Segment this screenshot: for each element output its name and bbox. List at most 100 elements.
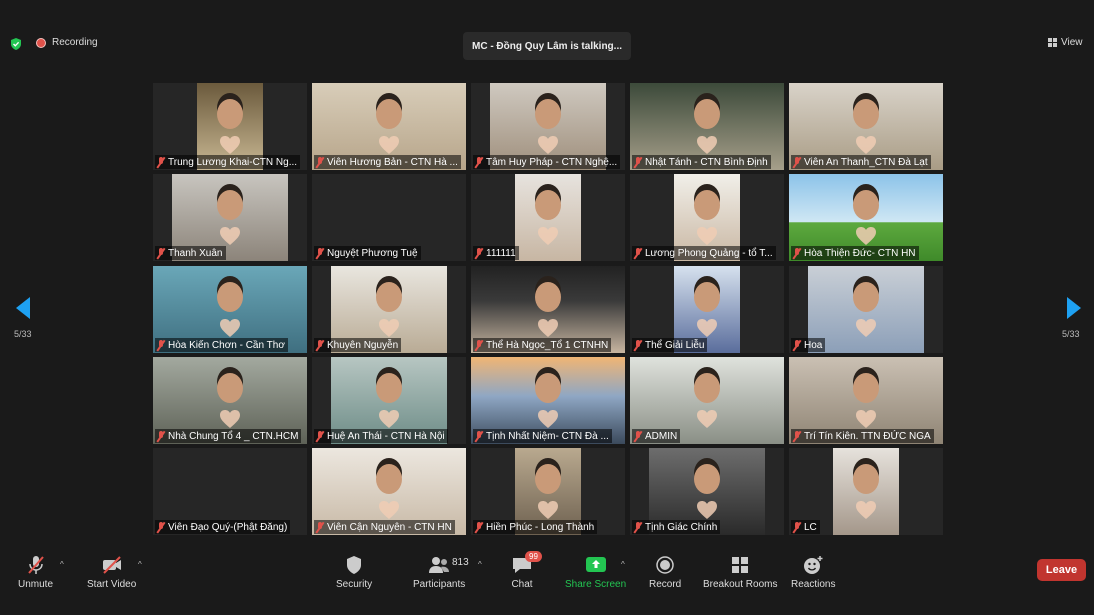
participants-options-chevron-icon[interactable]: ^ [478,560,482,569]
participant-tile[interactable]: Tâm Huy Pháp - CTN Nghệ... [471,83,625,170]
security-button[interactable]: Security [336,555,372,590]
microphone-muted-icon [793,521,801,533]
participant-tile[interactable]: Nhà Chung Tổ 4 _ CTN.HCM [153,357,307,444]
meeting-toolbar: Unmute ^ Start Video ^ Security Particip… [0,543,1094,615]
participant-tile[interactable]: Khuyên Nguyễn [312,266,466,353]
participant-name-label: Viên Hương Bản - CTN Hà ... [314,155,461,169]
participant-silhouette [535,373,561,403]
participant-silhouette [694,464,720,494]
participant-name-label: Viên Đạo Quý-(Phật Đăng) [155,520,291,534]
participant-silhouette [853,464,879,494]
microphone-muted-icon [793,156,801,168]
next-page-arrow-icon[interactable] [1067,297,1081,319]
participant-tile[interactable]: Trung Lương Khai-CTN Ng... [153,83,307,170]
participant-tile[interactable]: Tịnh Giác Chính [630,448,784,535]
share-screen-button[interactable]: Share Screen [565,555,626,590]
participant-tile[interactable]: Trí Tín Kiên. TTN ĐỨC NGA [789,357,943,444]
participant-name-label: Viên An Thanh_CTN Đà Lạt [791,155,931,169]
heart-hands-icon [696,135,718,155]
reactions-label: Reactions [791,579,836,590]
participant-tile[interactable]: ADMIN [630,357,784,444]
participant-tile[interactable]: Hòa Kiến Chơn - Cần Thơ [153,266,307,353]
grid-view-icon [1048,38,1057,47]
reactions-button[interactable]: Reactions [791,555,835,590]
participant-silhouette [853,190,879,220]
participant-tile[interactable]: Tịnh Nhất Niệm- CTN Đà ... [471,357,625,444]
participant-name: Nhà Chung Tổ 4 _ CTN.HCM [168,430,299,442]
participant-tile[interactable]: Viên Đạo Quý-(Phật Đăng) [153,448,307,535]
participant-silhouette [694,373,720,403]
microphone-muted-icon [475,339,483,351]
microphone-muted-icon [316,521,324,533]
heart-hands-icon [855,226,877,246]
recording-indicator[interactable]: Recording [36,37,98,48]
heart-hands-icon [219,318,241,338]
microphone-muted-icon [634,247,642,259]
participant-tile[interactable]: Nguyệt Phương Tuệ [312,174,466,261]
video-options-chevron-icon[interactable]: ^ [138,560,142,569]
microphone-muted-icon [634,339,642,351]
participants-label: Participants [413,579,466,590]
participant-tile[interactable]: Huệ An Thái - CTN Hà Nội [312,357,466,444]
microphone-muted-icon [475,247,483,259]
share-options-chevron-icon[interactable]: ^ [621,560,625,569]
microphone-muted-icon [634,521,642,533]
participant-name-label: Hòa Thiện Đức- CTN HN [791,246,919,260]
heart-hands-icon [855,318,877,338]
participant-video [833,448,899,535]
start-video-button[interactable]: Start Video [87,555,136,590]
participant-name-label: Trí Tín Kiên. TTN ĐỨC NGA [791,429,934,443]
participant-name-label: Khuyên Nguyễn [314,338,402,352]
encryption-shield-icon[interactable] [10,37,22,50]
page-indicator-left: 5/33 [14,329,32,339]
microphone-muted-icon [475,430,483,442]
participant-silhouette [535,99,561,129]
heart-hands-icon [696,409,718,429]
participant-tile[interactable]: LC [789,448,943,535]
participant-name: Thể Giải Liễu [645,339,705,351]
audio-options-chevron-icon[interactable]: ^ [60,560,64,569]
share-screen-label: Share Screen [565,579,627,590]
participant-silhouette [217,282,243,312]
microphone-muted-icon [793,247,801,259]
start-video-label: Start Video [87,579,137,590]
participant-name: Viên Đạo Quý-(Phật Đăng) [168,521,288,533]
participant-tile[interactable]: Hiền Phúc - Long Thành [471,448,625,535]
participant-tile[interactable]: Viên An Thanh_CTN Đà Lạt [789,83,943,170]
participant-name-label: Hòa Kiến Chơn - Cần Thơ [155,338,288,352]
participant-tile[interactable]: Nhật Tánh - CTN Bình Định [630,83,784,170]
participant-tile[interactable]: Viên Cận Nguyên - CTN HN [312,448,466,535]
participant-tile[interactable]: Thanh Xuân [153,174,307,261]
participant-name: Trí Tín Kiên. TTN ĐỨC NGA [804,430,931,442]
participant-name-label: Trung Lương Khai-CTN Ng... [155,155,301,169]
heart-hands-icon [537,500,559,520]
participant-name-label: Nguyệt Phương Tuệ [314,246,421,260]
participant-silhouette [376,464,402,494]
participant-name: LC [804,521,817,533]
participant-tile[interactable]: Lương Phong Quảng - tổ T... [630,174,784,261]
previous-page-arrow-icon[interactable] [16,297,30,319]
participant-silhouette [853,373,879,403]
microphone-muted-icon [475,521,483,533]
participant-tile[interactable]: 111111 [471,174,625,261]
participant-name: Lương Phong Quảng - tổ T... [645,247,773,259]
heart-hands-icon [855,135,877,155]
heart-hands-icon [219,409,241,429]
microphone-muted-icon [157,156,165,168]
participant-tile[interactable]: Hoa [789,266,943,353]
participant-name-label: Tâm Huy Pháp - CTN Nghệ... [473,155,621,169]
participant-name: Nhật Tánh - CTN Bình Định [645,156,768,168]
unmute-button[interactable]: Unmute [18,555,53,590]
record-button[interactable]: Record [649,555,681,590]
participant-tile[interactable]: Thể Hà Ngọc_Tổ 1 CTNHN [471,266,625,353]
breakout-rooms-button[interactable]: Breakout Rooms [703,555,777,590]
participant-silhouette [853,282,879,312]
participant-tile[interactable]: Viên Hương Bản - CTN Hà ... [312,83,466,170]
participant-tile[interactable]: Thể Giải Liễu [630,266,784,353]
recording-label: Recording [52,37,98,48]
view-button[interactable]: View [1048,37,1083,48]
participant-tile[interactable]: Hòa Thiện Đức- CTN HN [789,174,943,261]
heart-hands-icon [378,135,400,155]
participant-silhouette [694,190,720,220]
leave-button[interactable]: Leave [1037,559,1086,581]
